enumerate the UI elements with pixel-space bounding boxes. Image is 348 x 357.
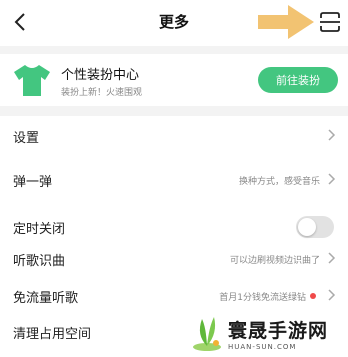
watermark-text: 寰晟手游网 HUAN-SUN.COM — [228, 316, 328, 351]
go-theme-button[interactable]: 前往装扮 — [258, 67, 338, 93]
watermark-url: HUAN-SUN.COM — [228, 342, 297, 351]
song-recognition-label: 听歌识曲 — [13, 254, 66, 269]
timer-toggle[interactable] — [296, 216, 334, 238]
site-logo-icon — [193, 317, 221, 351]
free-data-row[interactable]: 免流量听歌 首月1分钱免流送绿钻 — [0, 276, 348, 314]
theme-center-title: 个性装扮中心 — [61, 68, 140, 83]
arrow-pointer-icon — [258, 5, 314, 39]
scan-button[interactable] — [318, 10, 342, 34]
song-recognition-desc: 可以边刷视频边识曲了 — [229, 256, 320, 266]
theme-center-subtitle: 装扮上新！火速围观 — [61, 88, 143, 98]
chevron-right-icon — [328, 129, 336, 141]
settings-group: 设置 弹一弹 换种方式，感受音乐 — [0, 116, 348, 212]
popup-label: 弹一弹 — [13, 175, 53, 190]
storage-label: 清理占用空间 — [13, 327, 92, 342]
notification-dot — [310, 293, 316, 299]
watermark-name: 寰晟手游网 — [228, 319, 329, 342]
song-recognition-row[interactable]: 听歌识曲 可以边刷视频边识曲了 — [0, 239, 348, 277]
theme-center-card[interactable]: 个性装扮中心 装扮上新！火速围观 前往装扮 — [0, 54, 348, 106]
popup-desc: 换种方式，感受音乐 — [238, 177, 320, 187]
site-watermark: 寰晟手游网 HUAN-SUN.COM — [190, 311, 342, 355]
top-bar: 更多 — [0, 0, 348, 46]
chevron-right-icon — [328, 289, 336, 301]
free-data-label: 免流量听歌 — [13, 291, 79, 306]
more-page: 更多 个性装扮中心 装扮上新！火速围观 前往装扮 设置 弹一弹 换种方式，感受音… — [0, 0, 348, 357]
tshirt-icon — [14, 65, 50, 96]
toggle-knob — [298, 218, 316, 236]
chevron-right-icon — [328, 173, 336, 185]
scan-icon — [320, 12, 340, 32]
free-data-desc: 首月1分钱免流送绿钻 — [219, 293, 306, 303]
settings-row[interactable]: 设置 — [0, 116, 348, 154]
popup-row[interactable]: 弹一弹 换种方式，感受音乐 — [0, 160, 348, 198]
timer-label: 定时关闭 — [13, 222, 66, 237]
chevron-right-icon — [328, 252, 336, 264]
settings-label: 设置 — [13, 131, 40, 146]
